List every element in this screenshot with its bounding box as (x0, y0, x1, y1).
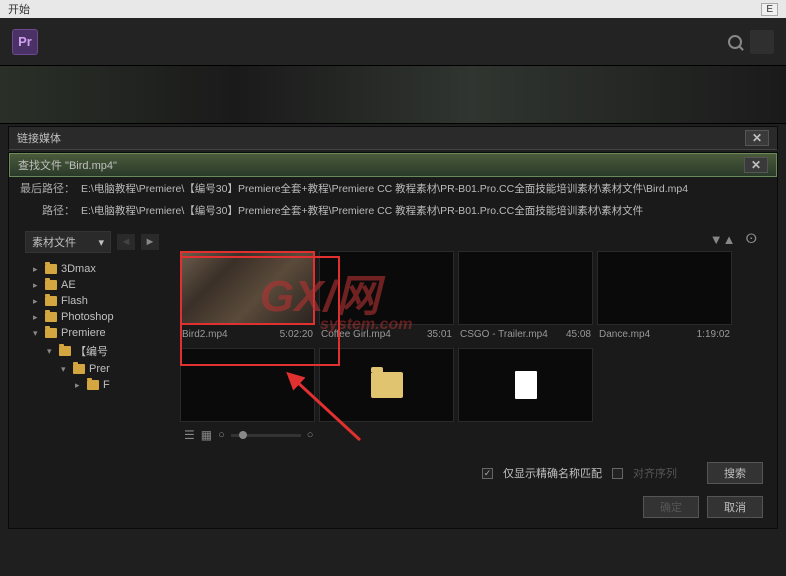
folder-tree: ▸3Dmax ▸AE ▸Flash ▸Photoshop ▾Premiere ▾… (19, 257, 174, 397)
nav-back-button[interactable]: ◄ (117, 234, 135, 250)
thumbnail (458, 348, 593, 422)
folder-icon (45, 312, 57, 322)
thumb-doc[interactable] (458, 348, 593, 422)
list-view-button[interactable]: ☰ (184, 428, 195, 442)
file-name: Bird2.mp4 (182, 329, 228, 340)
thumbnail (597, 251, 732, 325)
folder-icon (87, 380, 99, 390)
thumb-bird2[interactable]: Bird2.mp4 5:02:20 (180, 251, 315, 344)
filter-icon[interactable]: ▼▲ (710, 232, 736, 247)
folder-icon (45, 280, 57, 290)
start-menu[interactable]: 开始 (8, 1, 30, 17)
file-name: Coffee Girl.mp4 (321, 329, 391, 340)
search-button[interactable]: 搜索 (707, 462, 763, 484)
zoom-small-icon: ○ (218, 429, 225, 441)
tree-item-photoshop[interactable]: ▸Photoshop (19, 309, 174, 325)
tree-item-ae[interactable]: ▸AE (19, 277, 174, 293)
thumb-dance[interactable]: Dance.mp4 1:19:02 (597, 251, 732, 344)
thumb-csgo[interactable]: CSGO - Trailer.mp4 45:08 (458, 251, 593, 344)
tree-item-bianhao[interactable]: ▾【编号 (19, 341, 174, 361)
close-find-file-button[interactable]: ✕ (744, 157, 768, 173)
tree-item-3dmax[interactable]: ▸3Dmax (19, 261, 174, 277)
chevron-right-icon: ▸ (75, 380, 83, 391)
topbar-right-btn[interactable]: E (761, 3, 778, 16)
folder-icon (59, 346, 71, 356)
align-seq-label: 对齐序列 (633, 465, 677, 481)
chevron-down-icon: ▾ (47, 346, 55, 357)
premiere-logo: Pr (12, 29, 38, 55)
tree-item-flash[interactable]: ▸Flash (19, 293, 174, 309)
zoom-large-icon: ○ (307, 429, 314, 441)
grid-view-button[interactable]: ▦ (201, 428, 212, 442)
file-name: Dance.mp4 (599, 329, 650, 340)
background-preview (0, 66, 786, 124)
thumb-folder[interactable] (319, 348, 454, 422)
menu-icon[interactable] (750, 30, 774, 54)
chevron-down-icon: ▾ (98, 236, 104, 249)
nav-forward-button[interactable]: ► (141, 234, 159, 250)
file-duration: 45:08 (566, 329, 591, 340)
close-link-media-button[interactable]: ✕ (745, 130, 769, 146)
chevron-right-icon: ▸ (33, 312, 41, 323)
link-media-title: 链接媒体 (17, 130, 61, 146)
last-path-label: 最后路径： (19, 180, 75, 196)
align-seq-checkbox[interactable] (612, 468, 623, 479)
file-duration: 1:19:02 (697, 329, 730, 340)
thumbnail (180, 251, 315, 325)
folder-icon (45, 296, 57, 306)
file-grid: Bird2.mp4 5:02:20 Coffee Girl.mp4 35:01 CS… (180, 251, 761, 422)
chevron-right-icon: ▸ (33, 296, 41, 307)
thumbnail (180, 348, 315, 422)
path-label: 路径： (19, 202, 75, 218)
folder-dropdown[interactable]: 素材文件 ▾ (25, 231, 111, 253)
file-duration: 5:02:20 (280, 329, 313, 340)
tree-item-prer[interactable]: ▾Prer (19, 361, 174, 377)
tree-item-premiere[interactable]: ▾Premiere (19, 325, 174, 341)
file-name: CSGO - Trailer.mp4 (460, 329, 548, 340)
search-icon[interactable] (728, 35, 742, 49)
exact-match-label: 仅显示精确名称匹配 (503, 465, 602, 481)
file-duration: 35:01 (427, 329, 452, 340)
tree-item-f[interactable]: ▸F (19, 377, 174, 393)
thumb-blank[interactable] (180, 348, 315, 422)
thumbnail (319, 251, 454, 325)
exact-match-checkbox[interactable] (482, 468, 493, 479)
chevron-right-icon: ▸ (33, 264, 41, 275)
folder-icon (45, 264, 57, 274)
cancel-button[interactable]: 取消 (707, 496, 763, 518)
path-value: E:\电脑教程\Premiere\【编号30】Premiere全套+教程\Pre… (81, 203, 767, 218)
document-icon (515, 371, 537, 399)
ok-button[interactable]: 确定 (643, 496, 699, 518)
chevron-down-icon: ▾ (33, 328, 41, 339)
search-tool-icon[interactable]: ⵙ (745, 231, 757, 247)
folder-icon (73, 364, 85, 374)
chevron-down-icon: ▾ (61, 364, 69, 375)
thumbnail (458, 251, 593, 325)
chevron-right-icon: ▸ (33, 280, 41, 291)
folder-icon (371, 372, 403, 398)
thumb-coffeegirl[interactable]: Coffee Girl.mp4 35:01 (319, 251, 454, 344)
find-file-title: 查找文件 "Bird.mp4" (18, 157, 117, 173)
zoom-slider[interactable] (231, 434, 301, 437)
last-path-value: E:\电脑教程\Premiere\【编号30】Premiere全套+教程\Pre… (81, 181, 767, 196)
thumbnail (319, 348, 454, 422)
folder-icon (45, 328, 57, 338)
